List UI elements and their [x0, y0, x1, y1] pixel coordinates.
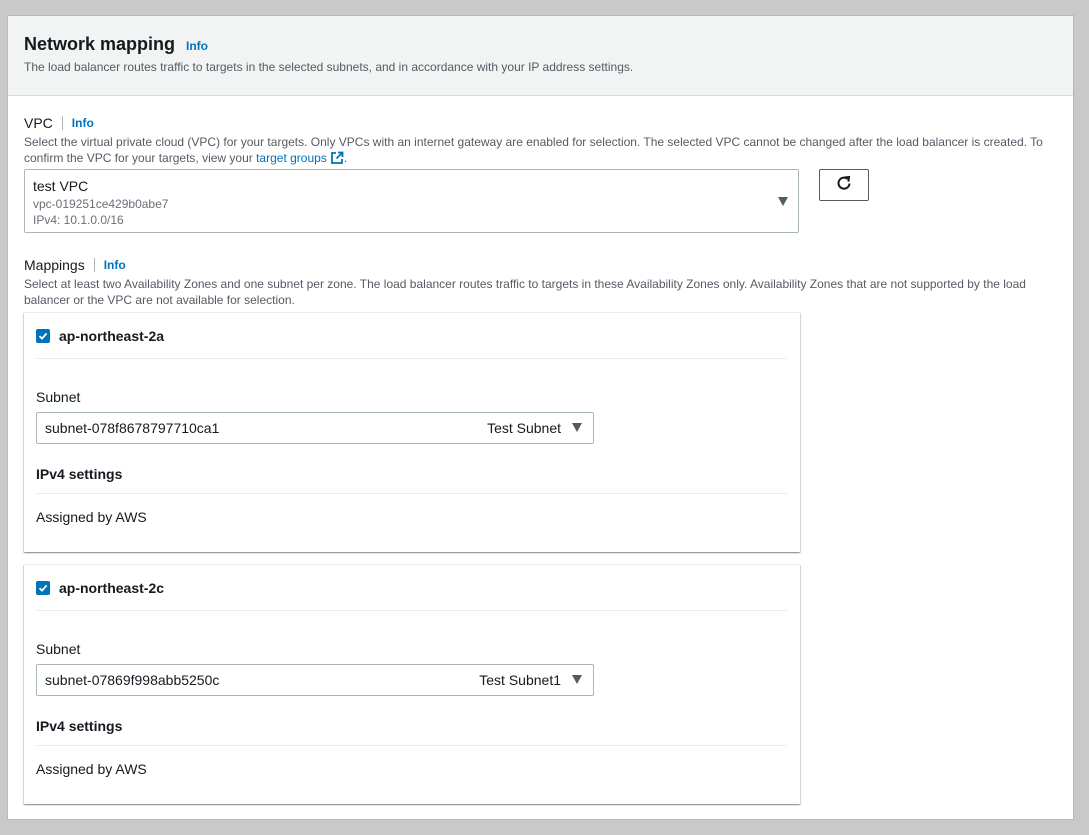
section-info-link[interactable]: Info [186, 39, 208, 53]
ipv4-settings-value: Assigned by AWS [36, 509, 147, 525]
caret-down-icon [572, 423, 582, 432]
target-groups-link[interactable]: target groups [256, 151, 344, 165]
vpc-selected-cidr: IPv4: 10.1.0.0/16 [33, 213, 124, 227]
subnet-id: subnet-07869f998abb5250c [45, 672, 220, 688]
vpc-label-row: VPC Info [24, 115, 94, 131]
vpc-info-link[interactable]: Info [72, 116, 94, 130]
mappings-info-link[interactable]: Info [104, 258, 126, 272]
label-divider [61, 116, 63, 130]
vpc-description: Select the virtual private cloud (VPC) f… [24, 134, 1069, 169]
ipv4-settings-heading: IPv4 settings [36, 466, 787, 494]
refresh-button[interactable] [819, 169, 869, 201]
mappings-label-row: Mappings Info [24, 257, 126, 273]
section-description: The load balancer routes traffic to targ… [24, 60, 634, 74]
subnet-label: Subnet [36, 641, 81, 657]
az-checkbox[interactable] [36, 328, 50, 343]
az-name: ap-northeast-2c [59, 579, 165, 596]
az-card-ap-northeast-2c: ap-northeast-2c Subnet subnet-07869f998a… [24, 564, 800, 804]
vpc-selected-id: vpc-019251ce429b0abe7 [33, 197, 169, 211]
vpc-description-end: . [343, 151, 348, 165]
ipv4-settings-heading: IPv4 settings [36, 718, 787, 746]
subnet-name: Test Subnet1 [479, 672, 561, 688]
ipv4-settings-value: Assigned by AWS [36, 761, 147, 777]
section-title: Network mapping [24, 34, 176, 54]
vpc-selected-name: test VPC [33, 178, 89, 194]
caret-down-icon [778, 197, 788, 206]
label-divider [93, 258, 95, 272]
mappings-label: Mappings [24, 257, 85, 273]
section-header: Network mapping Info The load balancer r… [8, 16, 1073, 96]
vpc-description-text: Select the virtual private cloud (VPC) f… [24, 135, 1043, 165]
subnet-label: Subnet [36, 389, 81, 405]
subnet-name: Test Subnet [487, 420, 561, 436]
refresh-icon [835, 174, 853, 197]
subnet-id: subnet-078f8678797710ca1 [45, 420, 220, 436]
mappings-description: Select at least two Availability Zones a… [24, 277, 1026, 307]
az-checkbox[interactable] [36, 580, 50, 595]
checkmark-icon [38, 584, 48, 592]
network-mapping-panel: Network mapping Info The load balancer r… [7, 15, 1074, 820]
vpc-label: VPC [24, 115, 53, 131]
az-header: ap-northeast-2c [36, 565, 787, 611]
vpc-select[interactable]: test VPC vpc-019251ce429b0abe7 IPv4: 10.… [24, 169, 799, 233]
target-groups-link-label: target groups [256, 151, 327, 165]
checkmark-icon [38, 332, 48, 340]
subnet-select[interactable]: subnet-07869f998abb5250c Test Subnet1 [36, 664, 594, 696]
subnet-select[interactable]: subnet-078f8678797710ca1 Test Subnet [36, 412, 594, 444]
az-name: ap-northeast-2a [59, 327, 165, 344]
az-header: ap-northeast-2a [36, 313, 787, 359]
az-card-ap-northeast-2a: ap-northeast-2a Subnet subnet-078f867879… [24, 312, 800, 552]
external-link-icon [330, 151, 344, 169]
caret-down-icon [572, 675, 582, 684]
